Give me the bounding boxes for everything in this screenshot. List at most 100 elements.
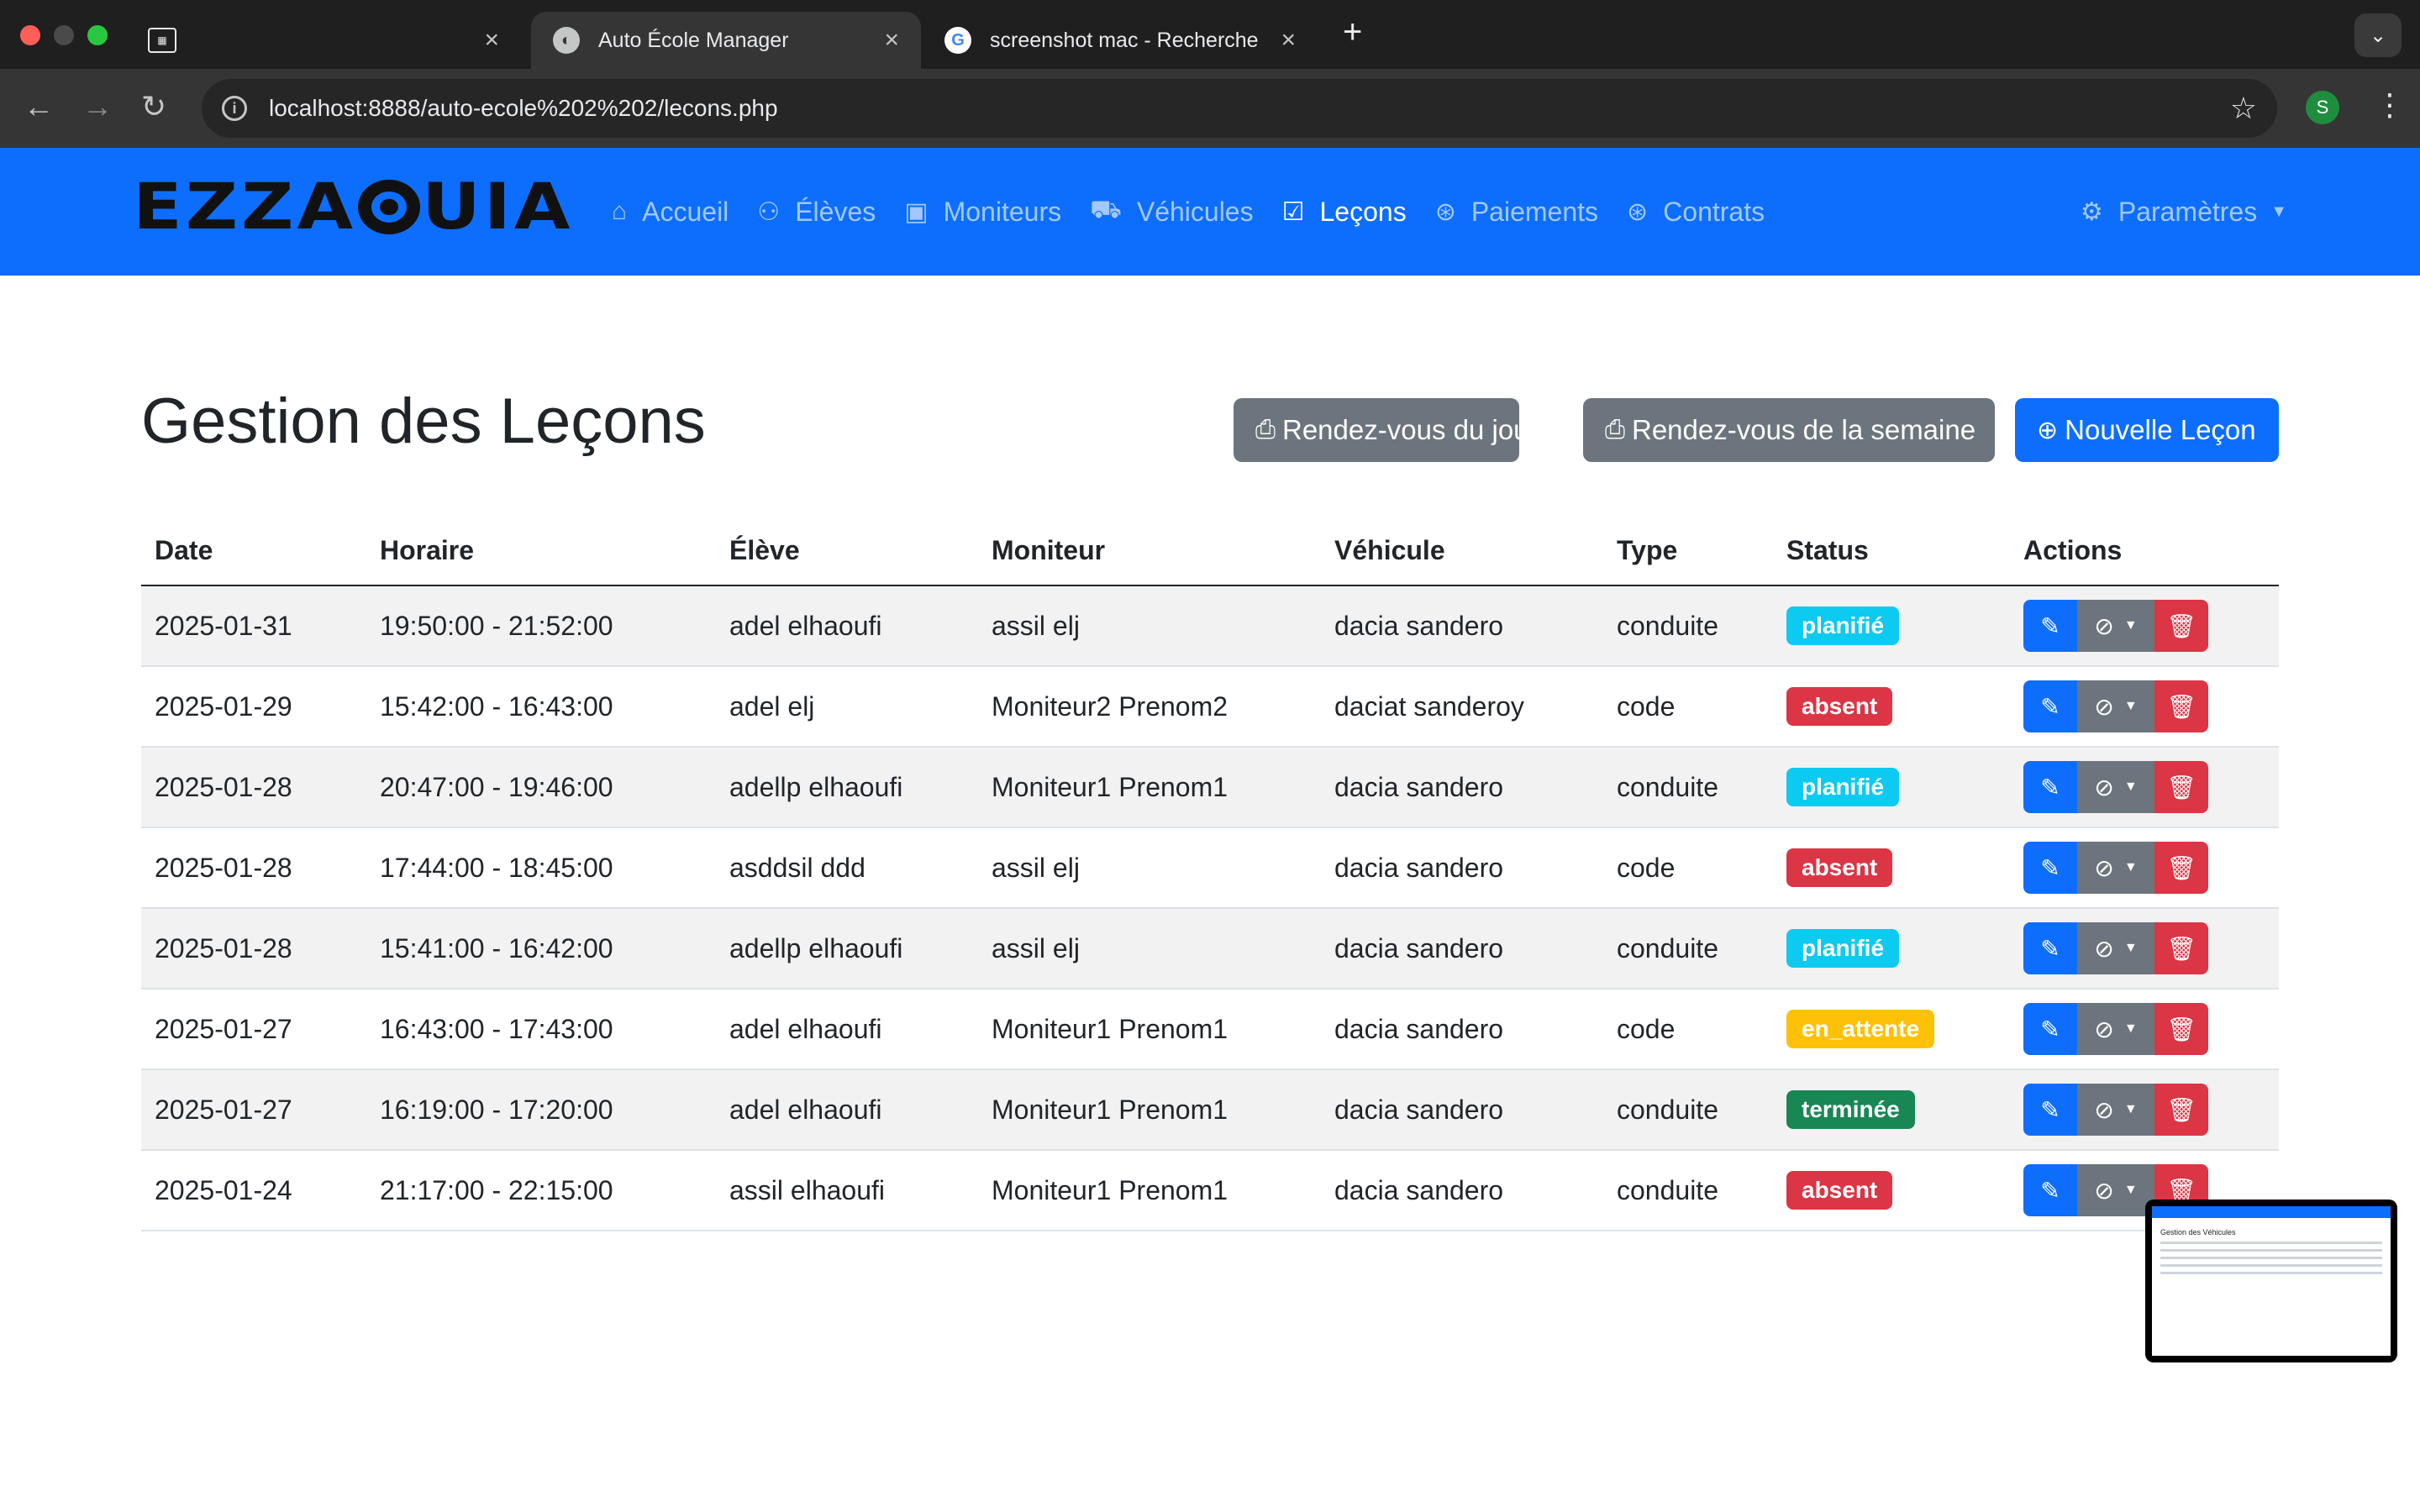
edit-button[interactable]: ✎	[2023, 1164, 2077, 1216]
nav-item-accueil[interactable]: ⌂ Accueil	[612, 197, 729, 228]
nav-item-label: Accueil	[642, 196, 729, 227]
cell-time: 17:44:00 - 18:45:00	[366, 827, 716, 909]
cell-instructor: assil elj	[978, 908, 1321, 990]
url-text[interactable]: localhost:8888/auto-ecole%202%202/lecons…	[269, 95, 2230, 122]
caret-down-icon: ▼	[2123, 699, 2138, 713]
close-tab-icon[interactable]: ×	[884, 26, 899, 55]
reload-icon[interactable]: ↻	[141, 89, 166, 124]
change-status-dropdown[interactable]: ⊘ ▼	[2077, 842, 2154, 894]
delete-button[interactable]: 🗑	[2154, 761, 2208, 813]
delete-button[interactable]: 🗑	[2154, 1003, 2208, 1055]
column-header: Type	[1603, 516, 1773, 586]
button-label: Rendez-vous de la semaine	[1632, 414, 1976, 445]
cell-status: planifié	[1773, 747, 2010, 828]
change-status-dropdown[interactable]: ⊘ ▼	[2077, 1084, 2154, 1136]
brand-logo[interactable]: EZZA UIA	[133, 173, 573, 241]
screenshot-preview-thumbnail[interactable]: Gestion des Véhicules	[2145, 1200, 2397, 1362]
print-week-button[interactable]: ⎙ Rendez-vous de la semaine	[1583, 398, 1995, 462]
edit-button[interactable]: ✎	[2023, 1003, 2077, 1055]
cell-type: conduite	[1603, 747, 1773, 828]
browser-tab-3[interactable]: G screenshot mac - Recherche ×	[923, 12, 1318, 69]
nav-item-vehicules[interactable]: ⛟ Véhicules	[1090, 196, 1254, 228]
edit-button[interactable]: ✎	[2023, 761, 2077, 813]
app-icon: ▦	[148, 28, 176, 53]
brand-text-right: UIA	[422, 170, 574, 244]
cell-instructor: assil elj	[978, 585, 1321, 667]
minimize-window-button[interactable]	[54, 25, 74, 45]
browser-tab-1[interactable]: ▦ ×	[126, 12, 521, 69]
page-title: Gestion des Leçons	[141, 386, 706, 457]
nav-item-moniteurs[interactable]: ▣ Moniteurs	[904, 197, 1061, 228]
screenshot-preview-content: Gestion des Véhicules	[2152, 1206, 2391, 1356]
preview-row	[2160, 1249, 2382, 1252]
change-status-dropdown[interactable]: ⊘ ▼	[2077, 922, 2154, 974]
cell-vehicle: dacia sandero	[1321, 747, 1603, 828]
edit-button[interactable]: ✎	[2023, 1084, 2077, 1136]
status-badge: absent	[1786, 1171, 1893, 1210]
delete-button[interactable]: 🗑	[2154, 922, 2208, 974]
new-tab-icon[interactable]: +	[1343, 13, 1362, 51]
caret-down-icon: ▼	[2123, 618, 2138, 633]
edit-button[interactable]: ✎	[2023, 600, 2077, 652]
preview-row	[2160, 1257, 2382, 1259]
change-status-dropdown[interactable]: ⊘ ▼	[2077, 1164, 2154, 1216]
address-bar[interactable]: i localhost:8888/auto-ecole%202%202/leco…	[202, 79, 2277, 138]
edit-button[interactable]: ✎	[2023, 842, 2077, 894]
edit-button[interactable]: ✎	[2023, 680, 2077, 732]
profile-avatar[interactable]: S	[2306, 91, 2339, 124]
change-status-dropdown[interactable]: ⊘ ▼	[2077, 761, 2154, 813]
delete-button[interactable]: 🗑	[2154, 842, 2208, 894]
cell-date: 2025-01-27	[141, 1069, 366, 1151]
new-lesson-button[interactable]: ⊕ Nouvelle Leçon	[2015, 398, 2279, 462]
close-tab-icon[interactable]: ×	[1281, 26, 1296, 55]
change-status-dropdown[interactable]: ⊘ ▼	[2077, 1003, 2154, 1055]
nav-item-label: Paiements	[1470, 196, 1599, 227]
main-nav: ⌂ Accueil ⚇ Élèves ▣ Moniteurs ⛟ Véhicul…	[612, 148, 1793, 276]
preview-row	[2160, 1272, 2382, 1274]
nav-item-paiements[interactable]: ⊛ Paiements	[1435, 197, 1598, 228]
close-tab-icon[interactable]: ×	[484, 26, 499, 55]
settings-dropdown[interactable]: ⚙ Paramètres ▼	[2081, 148, 2287, 276]
nav-item-lecons[interactable]: ☑ Leçons	[1282, 197, 1407, 228]
status-badge: absent	[1786, 848, 1893, 887]
change-status-dropdown[interactable]: ⊘ ▼	[2077, 680, 2154, 732]
caret-down-icon: ▼	[2123, 1183, 2138, 1197]
cell-actions: ✎ ⊘ ▼ 🗑	[2010, 666, 2279, 748]
delete-button[interactable]: 🗑	[2154, 1084, 2208, 1136]
nav-item-eleves[interactable]: ⚇ Élèves	[757, 197, 876, 228]
cell-status: en_attente	[1773, 989, 2010, 1070]
browser-menu-icon[interactable]: ⋮	[2375, 87, 2405, 123]
pencil-icon: ✎	[2040, 1177, 2060, 1204]
site-info-icon[interactable]: i	[222, 96, 247, 121]
cell-type: conduite	[1603, 1150, 1773, 1231]
change-status-dropdown[interactable]: ⊘ ▼	[2077, 600, 2154, 652]
nav-item-contrats[interactable]: ⊛ Contrats	[1627, 197, 1765, 228]
check-circle-icon: ⊘	[2094, 1016, 2114, 1042]
bookmark-star-icon[interactable]: ☆	[2230, 91, 2257, 126]
cell-type: code	[1603, 989, 1773, 1070]
delete-button[interactable]: 🗑	[2154, 680, 2208, 732]
cell-status: planifié	[1773, 585, 2010, 667]
print-today-button[interactable]: ⎙ Rendez-vous du jour	[1234, 398, 1539, 462]
cell-actions: ✎ ⊘ ▼ 🗑	[2010, 1069, 2279, 1151]
cell-instructor: Moniteur1 Prenom1	[978, 989, 1321, 1070]
tab-search-icon[interactable]: ⌄	[2354, 13, 2402, 57]
pencil-icon: ✎	[2040, 935, 2060, 962]
app-favicon: ◐	[553, 27, 580, 54]
cell-actions: ✎ ⊘ ▼ 🗑	[2010, 747, 2279, 828]
cell-student: adellp elhaoufi	[716, 747, 978, 828]
edit-button[interactable]: ✎	[2023, 922, 2077, 974]
cell-actions: ✎ ⊘ ▼ 🗑	[2010, 585, 2279, 667]
cell-actions: ✎ ⊘ ▼ 🗑	[2010, 908, 2279, 990]
caret-down-icon: ▼	[2270, 202, 2287, 221]
cell-date: 2025-01-29	[141, 666, 366, 748]
maximize-window-button[interactable]	[87, 25, 108, 45]
delete-button[interactable]: 🗑	[2154, 600, 2208, 652]
back-icon[interactable]: ←	[24, 89, 54, 124]
close-window-button[interactable]	[20, 25, 40, 45]
tab-title: screenshot mac - Recherche	[990, 28, 1259, 52]
pencil-icon: ✎	[2040, 774, 2060, 801]
status-badge: terminée	[1786, 1090, 1915, 1129]
forward-icon[interactable]: →	[82, 89, 113, 124]
browser-tab-2[interactable]: ◐ Auto École Manager ×	[531, 12, 921, 69]
